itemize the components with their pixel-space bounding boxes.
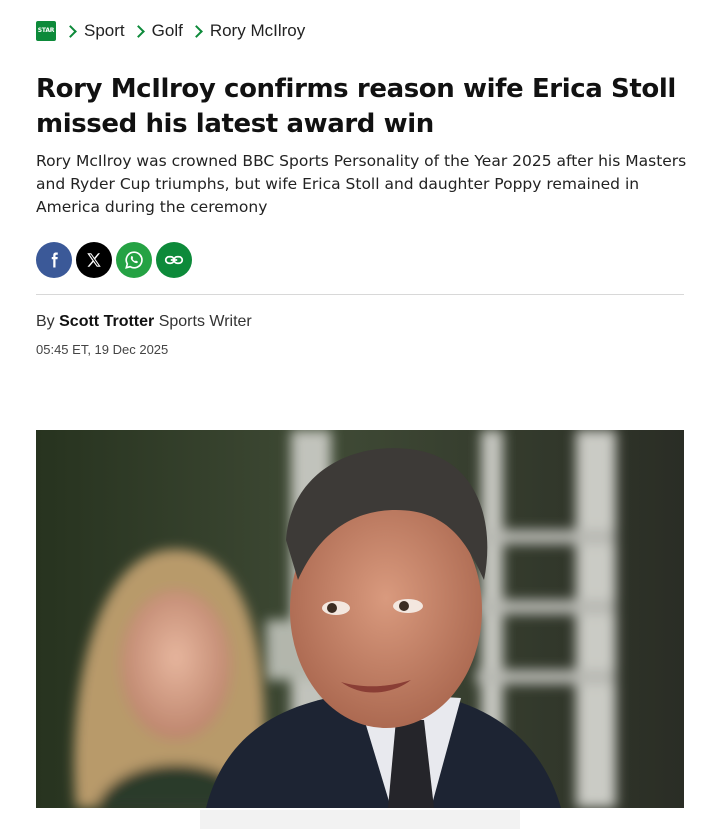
hero-image[interactable] <box>36 430 684 808</box>
whatsapp-icon <box>125 251 143 269</box>
breadcrumb: STAR Sport Golf Rory McIlroy <box>36 18 305 44</box>
link-icon <box>164 255 184 265</box>
breadcrumb-link-rory-mcilroy[interactable]: Rory McIlroy <box>210 21 305 41</box>
site-logo-text: STAR <box>37 27 55 34</box>
share-facebook-button[interactable] <box>36 242 72 278</box>
author-role: Sports Writer <box>158 313 252 330</box>
chevron-right-icon <box>64 24 77 38</box>
share-bar <box>36 242 192 278</box>
site-logo[interactable]: STAR <box>36 21 56 41</box>
hero-photo <box>36 430 684 808</box>
breadcrumb-link-golf[interactable]: Golf <box>152 21 183 41</box>
section-divider <box>36 294 684 295</box>
article-standfirst: Rory McIlroy was crowned BBC Sports Pers… <box>36 152 687 216</box>
x-icon <box>87 253 101 267</box>
share-x-button[interactable] <box>76 242 112 278</box>
image-caption-placeholder <box>200 810 520 829</box>
chevron-right-icon <box>189 24 203 38</box>
article-headline: Rory McIlroy confirms reason wife Erica … <box>36 74 676 139</box>
byline-prefix: By <box>36 313 55 330</box>
byline: By Scott Trotter Sports Writer <box>36 313 252 331</box>
facebook-icon <box>51 252 58 268</box>
chevron-right-icon <box>131 24 145 38</box>
breadcrumb-link-sport[interactable]: Sport <box>84 21 125 41</box>
publish-timestamp: 05:45 ET, 19 Dec 2025 <box>36 342 169 357</box>
share-whatsapp-button[interactable] <box>116 242 152 278</box>
author-link[interactable]: Scott Trotter <box>59 313 154 330</box>
share-copy-link-button[interactable] <box>156 242 192 278</box>
